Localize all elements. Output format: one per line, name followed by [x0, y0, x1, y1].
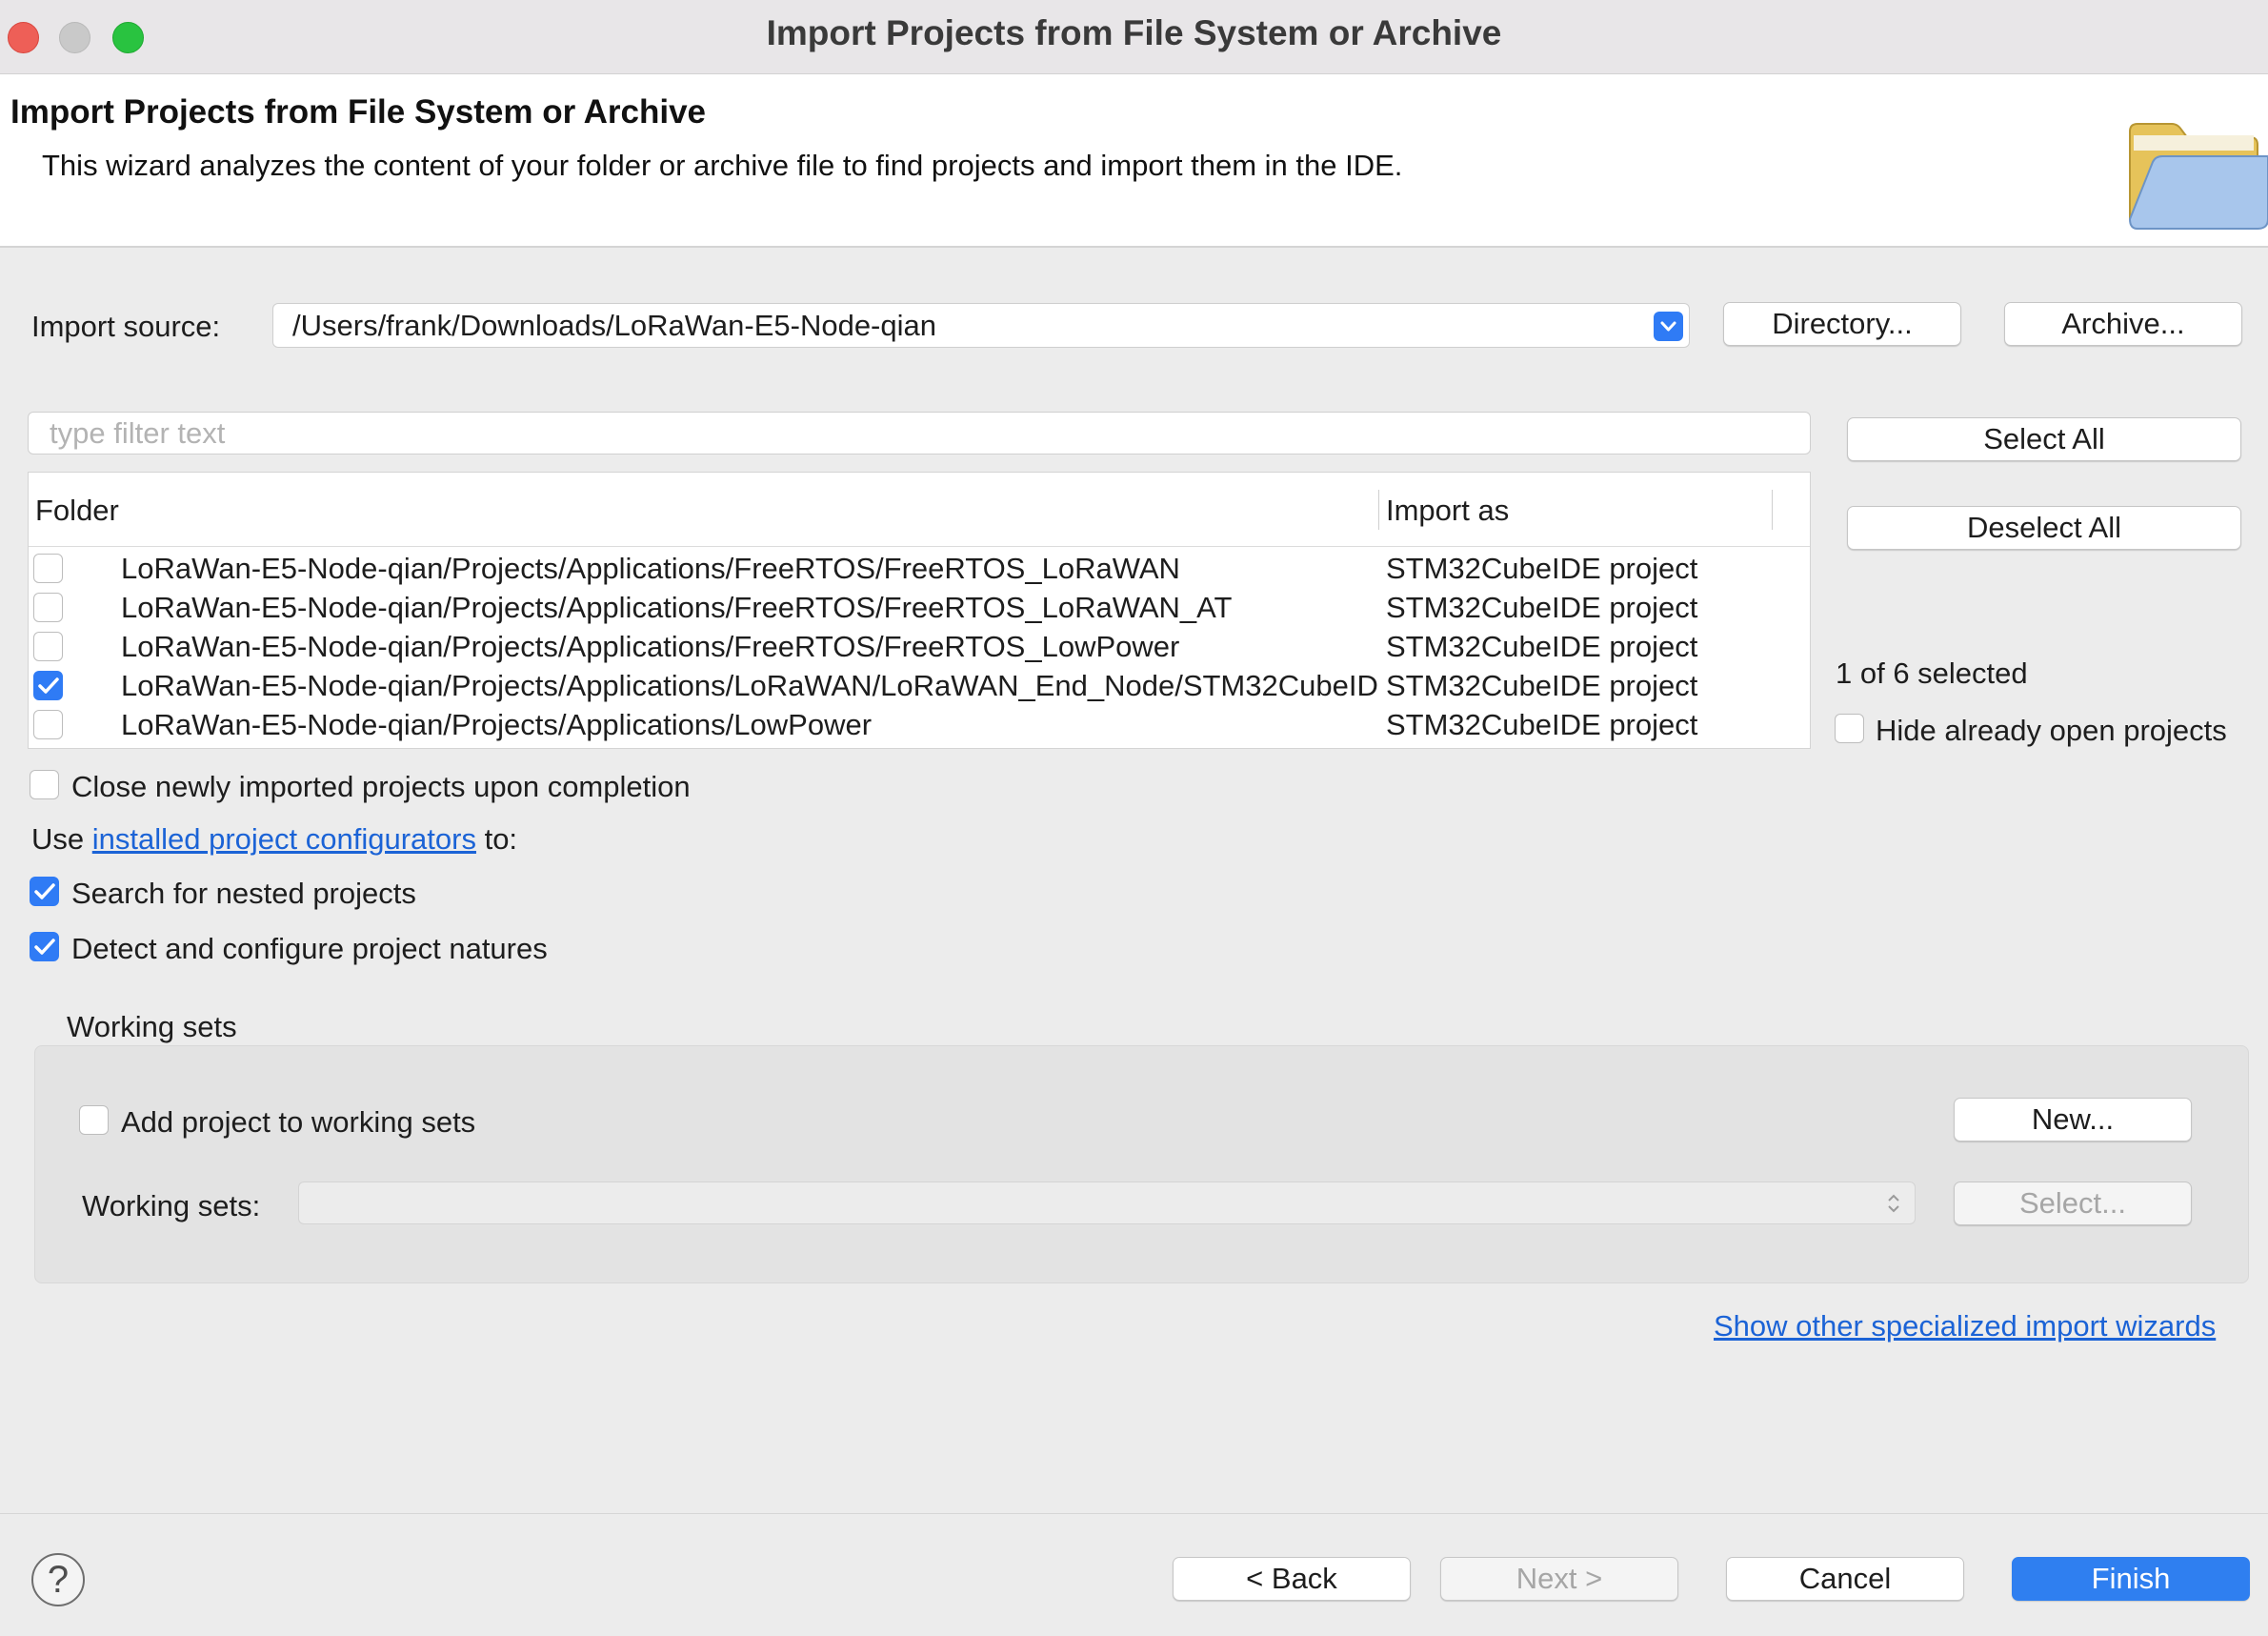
row-checkbox[interactable] [33, 671, 63, 700]
add-to-working-sets-checkbox[interactable] [79, 1105, 109, 1135]
archive-button[interactable]: Archive... [2004, 302, 2242, 346]
table-row[interactable]: LoRaWan-E5-Node-qian/Projects/Applicatio… [29, 589, 1810, 628]
working-sets-label: Working sets: [82, 1189, 261, 1222]
table-row[interactable]: LoRaWan-E5-Node-qian/Projects/Applicatio… [29, 706, 1810, 745]
working-sets-section-label: Working sets [67, 1010, 237, 1043]
wizard-header: Import Projects from File System or Arch… [0, 74, 2268, 248]
row-folder: LoRaWan-E5-Node-qian/Projects/Applicatio… [121, 708, 873, 741]
new-working-set-button[interactable]: New... [1954, 1098, 2192, 1141]
table-header: Folder Import as [29, 473, 1810, 547]
selected-count: 1 of 6 selected [1836, 656, 2028, 690]
cancel-button[interactable]: Cancel [1726, 1557, 1964, 1601]
detect-natures-checkbox[interactable] [30, 932, 59, 961]
other-import-wizards-link[interactable]: Show other specialized import wizards [1714, 1309, 2216, 1343]
checkmark-icon [38, 677, 59, 694]
footer-divider [0, 1513, 2268, 1514]
row-import-as: STM32CubeIDE project [1386, 552, 1698, 585]
page-description: This wizard analyzes the content of your… [42, 149, 1403, 182]
close-imported-checkbox[interactable] [30, 770, 59, 799]
chevron-down-icon[interactable] [1654, 312, 1683, 341]
row-folder: LoRaWan-E5-Node-qian/Projects/Applicatio… [121, 591, 1233, 624]
finish-button[interactable]: Finish [2012, 1557, 2250, 1601]
column-divider[interactable] [1772, 490, 1773, 530]
row-import-as: STM32CubeIDE project [1386, 669, 1698, 702]
select-all-button[interactable]: Select All [1847, 417, 2241, 461]
close-imported-label[interactable]: Close newly imported projects upon compl… [71, 770, 691, 804]
row-folder: LoRaWan-E5-Node-qian/Projects/Applicatio… [121, 630, 1180, 663]
row-checkbox[interactable] [33, 710, 63, 739]
row-checkbox[interactable] [33, 632, 63, 661]
column-header-folder[interactable]: Folder [35, 494, 119, 528]
updown-chevron-icon [1888, 1194, 1899, 1213]
directory-button[interactable]: Directory... [1723, 302, 1961, 346]
table-row[interactable]: LoRaWan-E5-Node-qian/Projects/Applicatio… [29, 550, 1810, 589]
hide-open-projects-label[interactable]: Hide already open projects [1876, 714, 2227, 748]
import-source-label: Import source: [31, 310, 221, 343]
checkmark-icon [34, 939, 55, 955]
search-nested-label[interactable]: Search for nested projects [71, 877, 416, 911]
deselect-all-button[interactable]: Deselect All [1847, 506, 2241, 550]
table-row[interactable]: LoRaWan-E5-Node-qian/Projects/Applicatio… [29, 667, 1810, 706]
configurators-line: Use installed project configurators to: [31, 822, 517, 857]
filter-input[interactable] [28, 412, 1811, 454]
working-sets-group [34, 1045, 2249, 1283]
column-header-import-as[interactable]: Import as [1386, 494, 1509, 528]
import-source-value: /Users/frank/Downloads/LoRaWan-E5-Node-q… [292, 309, 936, 342]
import-source-combo[interactable]: /Users/frank/Downloads/LoRaWan-E5-Node-q… [272, 303, 1690, 348]
add-to-working-sets-label[interactable]: Add project to working sets [121, 1105, 475, 1140]
page-title: Import Projects from File System or Arch… [10, 93, 707, 131]
checkmark-icon [34, 883, 55, 899]
use-prefix: Use [31, 822, 92, 856]
row-import-as: STM32CubeIDE project [1386, 630, 1698, 663]
row-folder: LoRaWan-E5-Node-qian/Projects/Applicatio… [121, 552, 1180, 585]
back-button[interactable]: < Back [1173, 1557, 1411, 1601]
help-icon[interactable]: ? [31, 1553, 85, 1606]
row-checkbox[interactable] [33, 554, 63, 583]
projects-table: Folder Import as LoRaWan-E5-Node-qian/Pr… [28, 472, 1811, 749]
row-checkbox[interactable] [33, 593, 63, 622]
use-suffix: to: [475, 822, 518, 856]
title-bar: Import Projects from File System or Arch… [0, 0, 2268, 74]
search-nested-checkbox[interactable] [30, 877, 59, 906]
next-button: Next > [1440, 1557, 1678, 1601]
row-import-as: STM32CubeIDE project [1386, 591, 1698, 624]
row-folder: LoRaWan-E5-Node-qian/Projects/Applicatio… [121, 669, 1379, 702]
window-title: Import Projects from File System or Arch… [766, 13, 1502, 52]
hide-open-projects-checkbox[interactable] [1835, 714, 1864, 743]
configurators-link[interactable]: installed project configurators [92, 822, 476, 856]
detect-natures-label[interactable]: Detect and configure project natures [71, 932, 548, 966]
row-import-as: STM32CubeIDE project [1386, 708, 1698, 741]
column-divider[interactable] [1378, 490, 1379, 530]
folder-icon [2128, 123, 2268, 230]
table-row[interactable]: LoRaWan-E5-Node-qian/Projects/Applicatio… [29, 628, 1810, 667]
working-sets-select [298, 1182, 1916, 1224]
select-working-sets-button: Select... [1954, 1182, 2192, 1225]
